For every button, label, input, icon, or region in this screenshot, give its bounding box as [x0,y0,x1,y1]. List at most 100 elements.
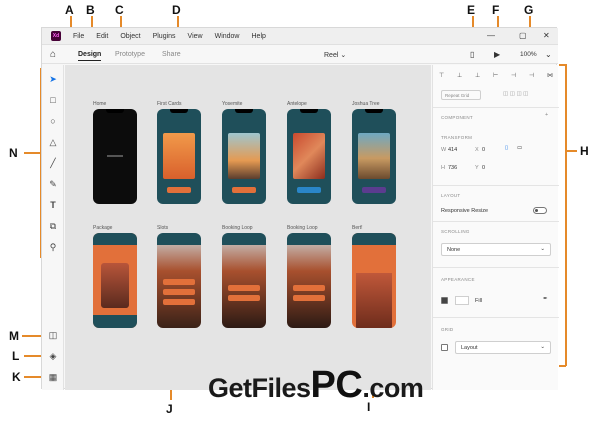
menu-window[interactable]: Window [215,33,240,40]
watermark-logo: GetFilesPC.com [208,364,424,407]
pen-tool-icon[interactable]: ✎ [47,178,59,190]
artboard-booking-loop-2[interactable] [287,233,331,328]
booking-button [228,295,260,301]
maximize-icon[interactable]: ▢ [519,31,527,40]
text-tool-icon[interactable]: T [47,199,59,211]
width-field[interactable]: 414 [448,147,457,153]
menu-object[interactable]: Object [120,33,140,40]
leader-h-bottom [559,365,566,367]
appearance-section: APPEARANCE [441,277,475,282]
layers-icon[interactable]: ◈ [47,350,59,362]
x-label: X [475,147,479,153]
callout-a: A [65,3,74,17]
card-image [356,273,392,328]
document-title[interactable]: Reel ⌄ [324,51,346,59]
leader-k [24,376,42,378]
boolean-ops-icons[interactable]: ◫ ◫ ◫ ◫ [503,91,528,97]
tab-prototype[interactable]: Prototype [115,51,145,58]
grid-select[interactable]: Layout ⌄ [455,341,551,354]
zoom-level[interactable]: 100% [520,51,537,58]
artboard-slots[interactable] [157,233,201,328]
scrolling-select[interactable]: None ⌄ [441,243,551,256]
leader-n-arm [24,152,40,154]
plugins-icon[interactable]: ◫ [47,329,59,341]
eyedropper-icon[interactable]: ✒ [543,296,548,302]
x-field[interactable]: 0 [482,147,485,153]
callout-k: K [12,370,21,384]
menu-edit[interactable]: Edit [96,33,108,40]
booking-button [293,285,325,291]
y-field[interactable]: 0 [482,165,485,171]
grid-checkbox[interactable] [441,344,448,351]
add-component-icon[interactable]: + [545,112,548,118]
landscape-icon[interactable]: ▭ [517,145,522,151]
portrait-icon[interactable]: ▯ [505,145,508,151]
align-right-icon[interactable]: ⊣ [529,72,534,80]
grid-section: GRID [441,327,454,332]
align-top-icon[interactable]: ⊤ [439,72,444,80]
menu-file[interactable]: File [73,33,84,40]
divider [433,221,559,222]
distribute-icon[interactable]: ⋈ [547,72,553,80]
height-field[interactable]: 736 [448,165,457,171]
align-bottom-icon[interactable]: ⊥ [475,72,480,80]
align-center-icon[interactable]: ⊣ [511,72,516,80]
card-image [293,133,325,179]
callout-d: D [172,3,181,17]
artboard-label-first-cards: First Cards [157,101,182,107]
artboard-first-cards[interactable] [157,109,201,204]
responsive-resize-toggle[interactable] [533,207,547,214]
ellipse-tool-icon[interactable]: ○ [47,115,59,127]
chevron-down-icon: ⌄ [540,344,545,350]
header-bar [157,233,201,245]
card-button [297,187,321,193]
artboard-joshua-tree[interactable] [352,109,396,204]
menu-help[interactable]: Help [252,33,266,40]
home-icon[interactable]: ⌂ [50,49,56,60]
header-bar [93,233,137,245]
artboard-antelope[interactable] [287,109,331,204]
callout-m: M [9,329,19,343]
artboard-package[interactable] [93,233,137,328]
artboard-tool-icon[interactable]: ⧉ [47,220,59,232]
menu-plugins[interactable]: Plugins [153,33,176,40]
artboard-label-joshua-tree: Joshua Tree [352,101,380,107]
divider [433,317,559,318]
artboard-yosemite[interactable] [222,109,266,204]
booking-button [228,285,260,291]
card-button [167,187,191,193]
zoom-tool-icon[interactable]: ⚲ [47,241,59,253]
artboard-booking-loop-1[interactable] [222,233,266,328]
watermark-part1: GetFiles [208,373,311,403]
select-tool-icon[interactable]: ➤ [47,73,59,85]
callout-b: B [86,3,95,17]
line-tool-icon[interactable]: ╱ [47,157,59,169]
align-middle-icon[interactable]: ⊥ [457,72,462,80]
artboard-home[interactable] [93,109,137,204]
fill-checkbox[interactable] [441,297,448,304]
close-icon[interactable]: ✕ [543,31,550,40]
card-button [232,187,256,193]
play-icon[interactable]: ▶ [494,50,500,59]
polygon-tool-icon[interactable]: △ [47,136,59,148]
repeat-grid-button[interactable]: Repeat Grid [441,90,481,100]
device-preview-icon[interactable]: ▯ [470,50,474,59]
zoom-chevron-icon[interactable]: ⌄ [545,50,552,59]
artboard-label-antelope: Antelope [287,101,307,107]
rectangle-tool-icon[interactable]: □ [47,94,59,106]
leader-l [24,355,42,357]
align-left-icon[interactable]: ⊢ [493,72,498,80]
tab-design[interactable]: Design [78,51,102,61]
menu-view[interactable]: View [188,33,203,40]
fill-swatch[interactable] [455,296,469,305]
toggle-knob [535,209,538,212]
tab-share[interactable]: Share [162,51,181,58]
artboard-bert[interactable] [352,233,396,328]
minimize-icon[interactable]: — [487,31,495,40]
screenshot-annotated: A B C D E F G H I J K L M N Xd File Edit… [0,0,600,422]
artboard-label-bert: Bert! [352,225,363,231]
header-bar [222,233,266,245]
design-canvas[interactable]: Home First Cards Yosemite Antelope Joshu… [65,65,431,390]
assets-icon[interactable]: ▦ [47,371,59,383]
callout-j: J [166,402,173,416]
